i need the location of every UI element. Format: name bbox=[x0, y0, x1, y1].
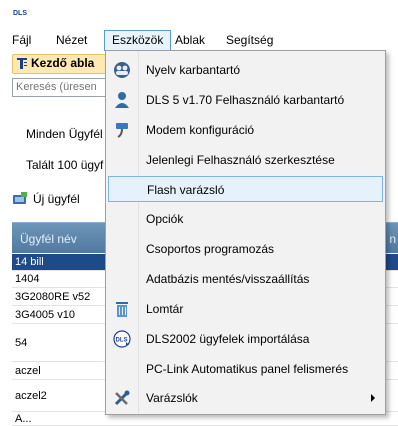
user-icon bbox=[113, 91, 131, 109]
menu-help[interactable]: Segítség bbox=[219, 30, 280, 50]
search-input[interactable] bbox=[12, 78, 112, 97]
menu-item-label: DLS 5 v1.70 Felhasználó karbantartó bbox=[146, 93, 345, 107]
filter-label: Minden Ügyfél bbox=[26, 127, 103, 141]
column-header-client-name[interactable]: Ügyfél név bbox=[20, 232, 77, 246]
tools-dropdown-menu: Nyelv karbantartó DLS 5 v1.70 Felhasznál… bbox=[105, 50, 386, 415]
menu-item-import-dls2002[interactable]: DLS DLS2002 ügyfelek importálása bbox=[108, 326, 383, 352]
menu-item-options[interactable]: Opciók bbox=[108, 206, 383, 232]
trash-icon bbox=[113, 300, 131, 318]
menu-item-label: Nyelv karbantartó bbox=[146, 63, 241, 77]
dls-import-icon: DLS bbox=[113, 330, 131, 348]
menu-item-pclink-autodetect[interactable]: PC-Link Automatikus panel felismerés bbox=[108, 356, 383, 382]
svg-text:DLS: DLS bbox=[116, 338, 128, 344]
menu-view[interactable]: Nézet bbox=[49, 30, 94, 50]
found-count-label: Talált 100 ügyf bbox=[26, 158, 104, 172]
submenu-arrow-icon bbox=[371, 394, 375, 402]
people-icon bbox=[113, 61, 131, 79]
menu-item-label: Opciók bbox=[146, 212, 184, 226]
menu-item-label: Csoportos programozás bbox=[146, 242, 275, 256]
menu-item-label: Modem konfiguráció bbox=[146, 123, 255, 137]
menu-item-modem-config[interactable]: Modem konfiguráció bbox=[108, 117, 383, 143]
menu-item-language-maintenance[interactable]: Nyelv karbantartó bbox=[108, 57, 383, 83]
menu-item-label: Varázslók bbox=[146, 391, 198, 405]
menu-item-label: Adatbázis mentés/visszaállítás bbox=[146, 272, 310, 286]
menu-tools[interactable]: Eszközök bbox=[104, 30, 172, 51]
menu-item-edit-current-user[interactable]: Jelenlegi Felhasználó szerkesztése bbox=[108, 147, 383, 173]
menu-item-database-backup[interactable]: Adatbázis mentés/visszaállítás bbox=[108, 266, 383, 292]
modem-plug-icon bbox=[113, 121, 131, 139]
tools-icon bbox=[113, 389, 131, 407]
menubar: Fájl Nézet Eszközök Ablak Segítség bbox=[0, 30, 398, 51]
menu-item-label: Jelenlegi Felhasználó szerkesztése bbox=[146, 153, 335, 167]
new-client-icon bbox=[12, 192, 28, 206]
menu-item-user-maintenance[interactable]: DLS 5 v1.70 Felhasználó karbantartó bbox=[108, 87, 383, 113]
menu-item-label: DLS2002 ügyfelek importálása bbox=[146, 332, 310, 346]
app-logo: DLS bbox=[12, 6, 30, 18]
new-client-label: Új ügyfél bbox=[33, 192, 80, 206]
app-logo-text: DLS bbox=[13, 10, 27, 17]
menu-window[interactable]: Ablak bbox=[168, 30, 212, 50]
menu-item-recycle-bin[interactable]: Lomtár bbox=[108, 296, 383, 322]
menu-item-label: Flash varázsló bbox=[147, 183, 225, 197]
tab-home-label: Kezdő abla bbox=[31, 56, 95, 70]
menu-item-wizards[interactable]: Varázslók bbox=[108, 385, 383, 411]
home-tab-icon bbox=[17, 58, 27, 69]
menu-file[interactable]: Fájl bbox=[5, 30, 38, 50]
menu-item-label: Lomtár bbox=[146, 302, 184, 316]
menu-item-flash-wizard[interactable]: Flash varázsló bbox=[108, 176, 383, 202]
menu-item-label: PC-Link Automatikus panel felismerés bbox=[146, 362, 349, 376]
menu-item-group-programming[interactable]: Csoportos programozás bbox=[108, 236, 383, 262]
